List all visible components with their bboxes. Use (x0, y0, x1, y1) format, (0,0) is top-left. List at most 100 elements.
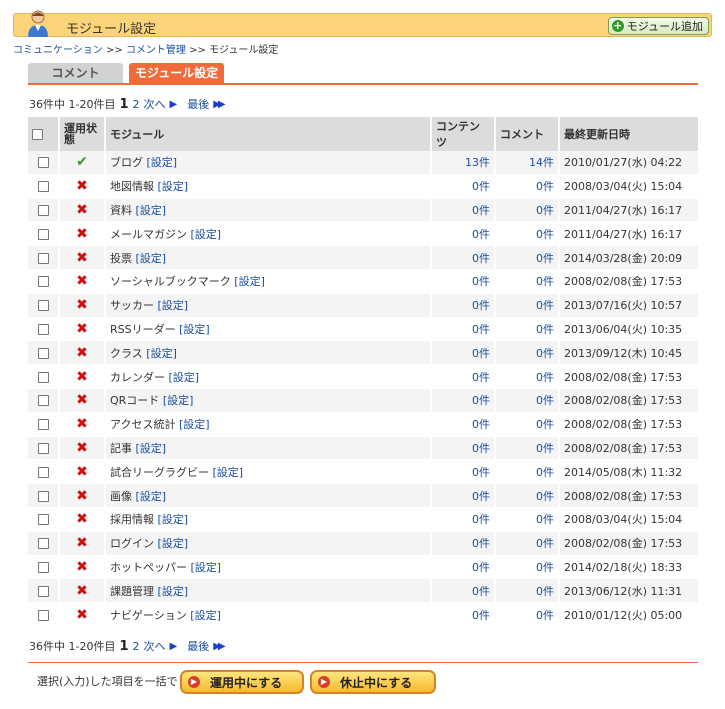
row-checkbox[interactable] (37, 538, 49, 550)
row-checkbox[interactable] (37, 514, 49, 526)
comments-count-link[interactable]: 0件 (536, 180, 554, 193)
add-module-button[interactable]: + モジュール追加 (607, 17, 709, 35)
module-setting-link[interactable]: [設定] (234, 275, 265, 288)
breadcrumb-comment-management[interactable]: コメント管理 (126, 45, 186, 56)
suspend-button[interactable]: ▶ 休止中にする (310, 670, 436, 694)
module-setting-link[interactable]: [設定] (146, 347, 177, 360)
pager-page-2[interactable]: 2 (133, 98, 140, 111)
contents-count-link[interactable]: 0件 (472, 252, 490, 265)
module-setting-link[interactable]: [設定] (190, 609, 221, 622)
row-checkbox[interactable] (37, 157, 49, 169)
comments-count-link[interactable]: 0件 (536, 418, 554, 431)
comments-count-link[interactable]: 0件 (536, 275, 554, 288)
comments-count-link[interactable]: 0件 (536, 252, 554, 265)
contents-count-link[interactable]: 0件 (472, 323, 490, 336)
contents-count-link[interactable]: 0件 (472, 585, 490, 598)
contents-count-link[interactable]: 0件 (472, 537, 490, 550)
next-arrow-icon[interactable]: ▶ (170, 641, 178, 652)
contents-count-link[interactable]: 13件 (465, 156, 490, 169)
comments-count-link[interactable]: 0件 (536, 513, 554, 526)
contents-count-link[interactable]: 0件 (472, 299, 490, 312)
row-checkbox[interactable] (37, 347, 49, 359)
pager-next[interactable]: 次へ (144, 638, 166, 654)
contents-count-link[interactable]: 0件 (472, 347, 490, 360)
next-arrow-icon[interactable]: ▶ (170, 99, 178, 110)
module-setting-link[interactable]: [設定] (147, 156, 178, 169)
pager-last[interactable]: 最後 (187, 638, 209, 654)
tab-module-settings[interactable]: モジュール設定 (129, 63, 224, 83)
last-arrow-icon[interactable]: ▶▶ (213, 641, 226, 652)
comments-count-link[interactable]: 0件 (536, 585, 554, 598)
row-checkbox[interactable] (37, 228, 49, 240)
comments-count-link[interactable]: 0件 (536, 299, 554, 312)
contents-count-link[interactable]: 0件 (472, 394, 490, 407)
tab-comment[interactable]: コメント (28, 63, 123, 83)
pager-next[interactable]: 次へ (144, 96, 166, 112)
module-setting-link[interactable]: [設定] (136, 204, 167, 217)
contents-count-link[interactable]: 0件 (472, 513, 490, 526)
row-comments: 0件 (496, 198, 560, 223)
row-checkbox[interactable] (37, 609, 49, 621)
comments-count-link[interactable]: 0件 (536, 228, 554, 241)
contents-count-link[interactable]: 0件 (472, 442, 490, 455)
row-checkbox[interactable] (37, 252, 49, 264)
row-checkbox[interactable] (37, 371, 49, 383)
pager-page-2[interactable]: 2 (133, 640, 140, 653)
comments-count-link[interactable]: 0件 (536, 442, 554, 455)
row-checkbox[interactable] (37, 300, 49, 312)
module-setting-link[interactable]: [設定] (158, 585, 189, 598)
module-setting-link[interactable]: [設定] (163, 394, 194, 407)
contents-count-link[interactable]: 0件 (472, 561, 490, 574)
comments-count-link[interactable]: 0件 (536, 561, 554, 574)
contents-count-link[interactable]: 0件 (472, 609, 490, 622)
module-setting-link[interactable]: [設定] (136, 442, 167, 455)
row-checkbox[interactable] (37, 395, 49, 407)
contents-count-link[interactable]: 0件 (472, 180, 490, 193)
module-setting-link[interactable]: [設定] (158, 299, 189, 312)
module-setting-link[interactable]: [設定] (179, 323, 210, 336)
activate-button[interactable]: ▶ 運用中にする (180, 670, 304, 694)
pager-last[interactable]: 最後 (187, 96, 209, 112)
comments-count-link[interactable]: 0件 (536, 490, 554, 503)
comments-count-link[interactable]: 0件 (536, 371, 554, 384)
module-setting-link[interactable]: [設定] (158, 180, 189, 193)
row-checkbox[interactable] (37, 204, 49, 216)
comments-count-link[interactable]: 0件 (536, 609, 554, 622)
row-checkbox[interactable] (37, 323, 49, 335)
row-checkbox[interactable] (37, 561, 49, 573)
contents-count-link[interactable]: 0件 (472, 466, 490, 479)
contents-count-link[interactable]: 0件 (472, 371, 490, 384)
module-setting-link[interactable]: [設定] (136, 490, 167, 503)
row-checkbox[interactable] (37, 585, 49, 597)
row-checkbox[interactable] (37, 276, 49, 288)
module-setting-link[interactable]: [設定] (136, 252, 167, 265)
comments-count-link[interactable]: 0件 (536, 204, 554, 217)
select-all-checkbox[interactable] (32, 129, 43, 140)
module-setting-link[interactable]: [設定] (169, 371, 200, 384)
comments-count-link[interactable]: 0件 (536, 323, 554, 336)
breadcrumb-communication[interactable]: コミュニケーション (13, 45, 103, 56)
row-checkbox[interactable] (37, 490, 49, 502)
comments-count-link[interactable]: 0件 (536, 466, 554, 479)
module-setting-link[interactable]: [設定] (158, 513, 189, 526)
module-setting-link[interactable]: [設定] (179, 418, 210, 431)
row-checkbox[interactable] (37, 442, 49, 454)
module-setting-link[interactable]: [設定] (158, 537, 189, 550)
contents-count-link[interactable]: 0件 (472, 204, 490, 217)
contents-count-link[interactable]: 0件 (472, 418, 490, 431)
comments-count-link[interactable]: 0件 (536, 347, 554, 360)
contents-count-link[interactable]: 0件 (472, 228, 490, 241)
module-setting-link[interactable]: [設定] (191, 561, 222, 574)
module-setting-link[interactable]: [設定] (213, 466, 244, 479)
row-checkbox[interactable] (37, 466, 49, 478)
comments-count-link[interactable]: 14件 (529, 156, 554, 169)
module-setting-link[interactable]: [設定] (191, 228, 222, 241)
row-status: ✖ (60, 436, 106, 461)
row-checkbox[interactable] (37, 181, 49, 193)
comments-count-link[interactable]: 0件 (536, 394, 554, 407)
contents-count-link[interactable]: 0件 (472, 490, 490, 503)
contents-count-link[interactable]: 0件 (472, 275, 490, 288)
comments-count-link[interactable]: 0件 (536, 537, 554, 550)
row-checkbox[interactable] (37, 419, 49, 431)
last-arrow-icon[interactable]: ▶▶ (213, 99, 226, 110)
